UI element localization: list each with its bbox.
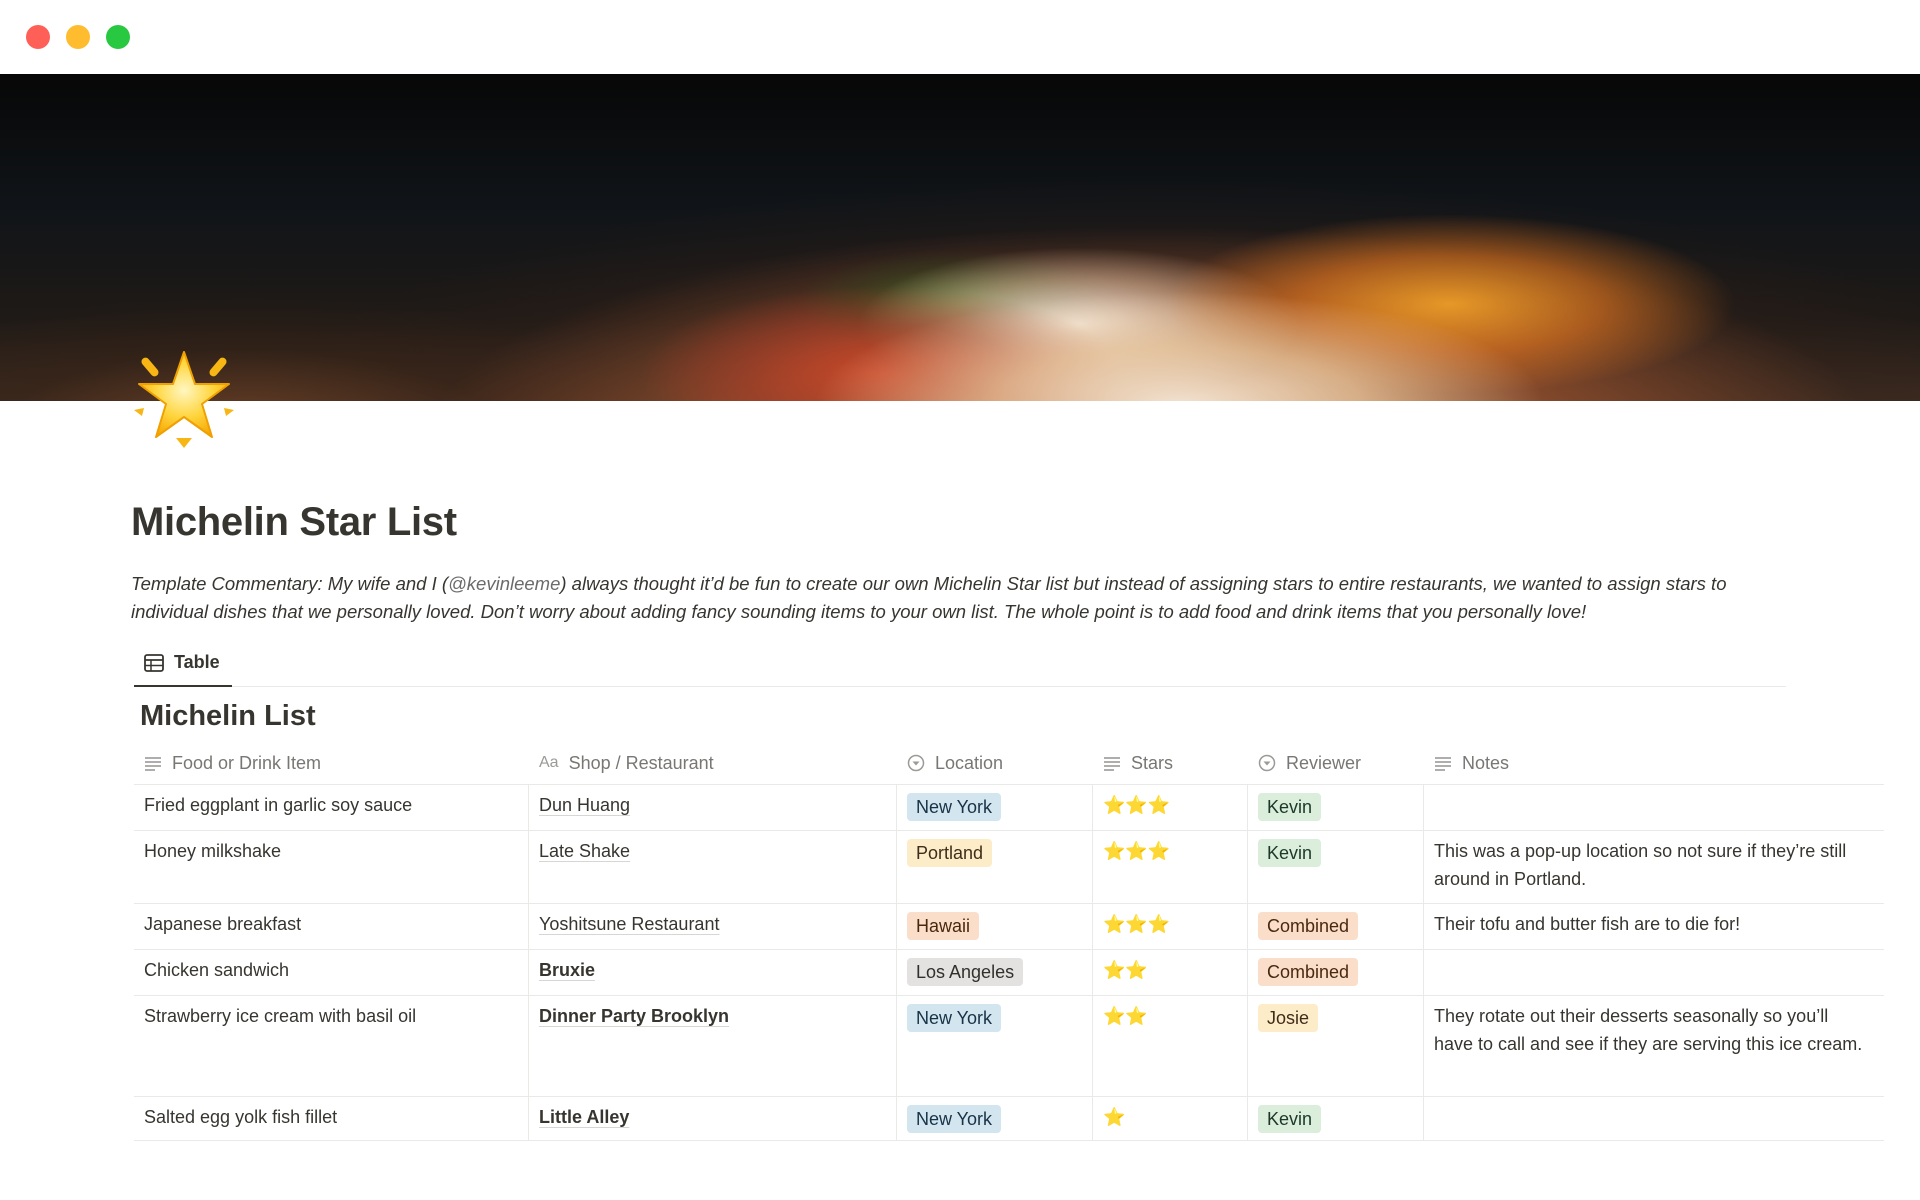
reviewer-cell[interactable]: Combined [1248,950,1424,995]
notes-cell[interactable]: Their tofu and butter fish are to die fo… [1424,904,1884,949]
template-commentary: Template Commentary: My wife and I (@kev… [131,570,1771,626]
column-header-label: Reviewer [1286,753,1362,773]
close-window-button[interactable] [26,25,50,49]
shop-link[interactable]: Bruxie [539,960,595,980]
reviewer-tag: Josie [1258,1004,1319,1032]
location-cell[interactable]: New York [897,1097,1093,1140]
location-cell[interactable]: New York [897,996,1093,1096]
location-cell[interactable]: Los Angeles [897,950,1093,995]
shop-cell[interactable]: Dun Huang [529,785,897,830]
location-cell[interactable]: Portland [897,831,1093,903]
table-header-row: Food or Drink Item Aa Shop / Restaurant … [134,742,1884,785]
view-tabs: Table [134,640,1786,687]
column-header-food-or-drink-item[interactable]: Food or Drink Item [134,742,529,784]
stars-cell[interactable]: ⭐⭐ [1093,950,1248,995]
select-icon [907,754,925,772]
tab-table[interactable]: Table [134,640,232,687]
reviewer-tag: Kevin [1258,1105,1322,1133]
column-header-label: Food or Drink Item [172,753,322,773]
reviewer-cell[interactable]: Kevin [1248,831,1424,903]
table-row[interactable]: Chicken sandwich Bruxie Los Angeles ⭐⭐ C… [134,950,1884,996]
text-lines-icon [1104,757,1120,771]
reviewer-tag: Kevin [1258,793,1322,821]
food-item-cell[interactable]: Honey milkshake [134,831,529,903]
table-icon [144,653,164,672]
reviewer-tag: Kevin [1258,839,1322,867]
notes-cell[interactable]: They rotate out their desserts seasonall… [1424,996,1884,1096]
column-header-reviewer[interactable]: Reviewer [1248,742,1424,784]
database-title[interactable]: Michelin List [140,700,316,733]
location-tag: New York [907,793,1002,821]
notes-cell[interactable] [1424,1097,1884,1140]
shop-link[interactable]: Dinner Party Brooklyn [539,1006,729,1026]
page-cover-image [0,74,1920,401]
select-icon [1258,754,1276,772]
reviewer-cell[interactable]: Combined [1248,904,1424,949]
reviewer-cell[interactable]: Kevin [1248,785,1424,830]
commentary-text: Template Commentary: My wife and I ( [131,573,449,594]
shop-link[interactable]: Late Shake [539,841,630,861]
stars-cell[interactable]: ⭐⭐⭐ [1093,785,1248,830]
shop-link[interactable]: Yoshitsune Restaurant [539,914,719,934]
food-item-cell[interactable]: Strawberry ice cream with basil oil [134,996,529,1096]
table-row[interactable]: Honey milkshake Late Shake Portland ⭐⭐⭐ … [134,831,1884,904]
page-title[interactable]: Michelin Star List [131,500,457,545]
stars-cell[interactable]: ⭐⭐⭐ [1093,831,1248,903]
column-header-shop-restaurant[interactable]: Aa Shop / Restaurant [529,742,897,784]
reviewer-cell[interactable]: Josie [1248,996,1424,1096]
notes-cell[interactable] [1424,950,1884,995]
location-tag: Hawaii [907,912,980,940]
stars-cell[interactable]: ⭐⭐⭐ [1093,904,1248,949]
column-header-label: Shop / Restaurant [568,753,714,773]
food-item-cell[interactable]: Salted egg yolk fish fillet [134,1097,529,1140]
text-lines-icon [1435,757,1451,771]
food-item-cell[interactable]: Fried eggplant in garlic soy sauce [134,785,529,830]
glowing-star-icon[interactable] [132,346,236,450]
shop-cell[interactable]: Dinner Party Brooklyn [529,996,897,1096]
column-header-notes[interactable]: Notes [1424,742,1884,784]
location-cell[interactable]: Hawaii [897,904,1093,949]
shop-link[interactable]: Dun Huang [539,795,630,815]
column-header-label: Notes [1462,753,1510,773]
location-cell[interactable]: New York [897,785,1093,830]
shop-cell[interactable]: Bruxie [529,950,897,995]
location-tag: Portland [907,839,993,867]
column-header-location[interactable]: Location [897,742,1093,784]
location-tag: New York [907,1105,1002,1133]
user-mention[interactable]: @kevinleeme [448,573,560,594]
shop-cell[interactable]: Little Alley [529,1097,897,1140]
location-tag: New York [907,1004,1002,1032]
shop-cell[interactable]: Yoshitsune Restaurant [529,904,897,949]
table-row[interactable]: Strawberry ice cream with basil oil Dinn… [134,996,1884,1097]
database-table: Food or Drink Item Aa Shop / Restaurant … [134,742,1884,1141]
notes-cell[interactable] [1424,785,1884,830]
window-titlebar [0,0,1920,74]
food-item-cell[interactable]: Chicken sandwich [134,950,529,995]
table-row[interactable]: Japanese breakfast Yoshitsune Restaurant… [134,904,1884,950]
shop-link[interactable]: Little Alley [539,1107,629,1127]
column-header-label: Stars [1131,753,1174,773]
table-row[interactable]: Fried eggplant in garlic soy sauce Dun H… [134,785,1884,831]
food-item-cell[interactable]: Japanese breakfast [134,904,529,949]
notes-cell[interactable]: This was a pop-up location so not sure i… [1424,831,1884,903]
reviewer-tag: Combined [1258,958,1359,986]
column-header-label: Location [935,753,1004,773]
tab-label: Table [174,652,220,672]
title-aa-icon: Aa [539,754,559,771]
reviewer-cell[interactable]: Kevin [1248,1097,1424,1140]
reviewer-tag: Combined [1258,912,1359,940]
minimize-window-button[interactable] [66,25,90,49]
maximize-window-button[interactable] [106,25,130,49]
table-row[interactable]: Salted egg yolk fish fillet Little Alley… [134,1097,1884,1141]
stars-cell[interactable]: ⭐ [1093,1097,1248,1140]
text-lines-icon [145,757,161,771]
column-header-stars[interactable]: Stars [1093,742,1248,784]
shop-cell[interactable]: Late Shake [529,831,897,903]
location-tag: Los Angeles [907,958,1024,986]
stars-cell[interactable]: ⭐⭐ [1093,996,1248,1096]
